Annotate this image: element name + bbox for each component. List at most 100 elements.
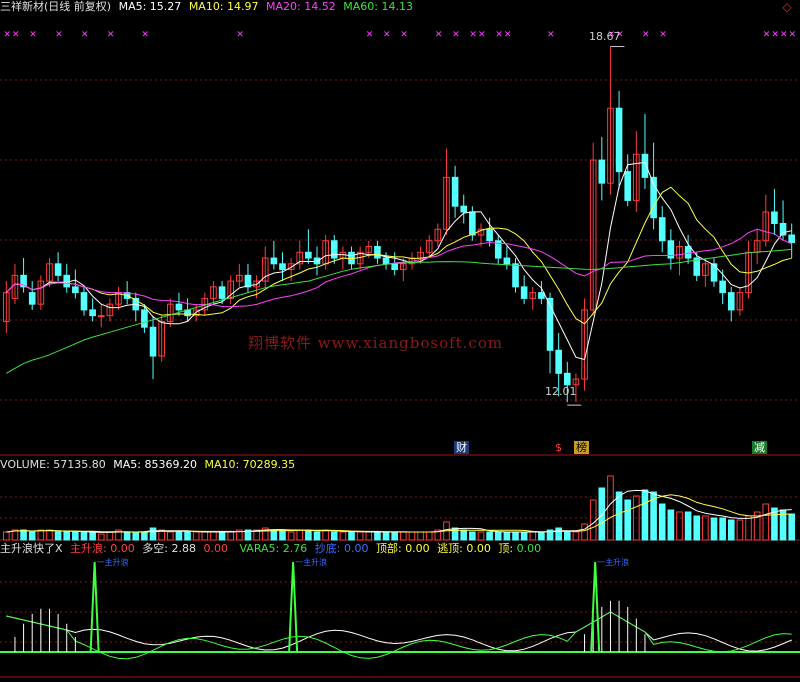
volume-value: VOLUME: 57135.80 — [0, 458, 106, 471]
volume-bar — [201, 531, 209, 541]
stock-chart-window[interactable]: 三祥新材(日线 前复权) MA5: 15.27 MA10: 14.97 MA20… — [0, 0, 800, 682]
candle-body — [218, 286, 226, 299]
marker-icon: ✕ — [478, 30, 486, 40]
candle-body — [97, 315, 105, 318]
marker-icon: ✕ — [55, 30, 63, 40]
candle-body — [279, 263, 286, 271]
candle-body — [512, 263, 519, 288]
volume-bar — [745, 515, 752, 541]
ding-value: 0.00 — [516, 542, 542, 555]
volume-bar — [684, 511, 692, 541]
volume-bar — [408, 531, 416, 541]
marker-icon: ✕ — [400, 30, 408, 40]
marker-icon: ✕ — [29, 30, 37, 40]
candle-body — [563, 372, 571, 386]
volume-bar — [788, 513, 795, 541]
marker-icon: ✕ — [236, 30, 244, 40]
low-price-label: 12.01 — [545, 385, 577, 398]
volume-bar — [20, 529, 27, 541]
candle-body — [382, 257, 390, 265]
volume-ma10: MA10: 70289.35 — [204, 458, 296, 471]
marker-icon: ✕ — [435, 30, 443, 40]
candle-body — [788, 234, 795, 243]
volume-bar — [97, 533, 105, 541]
candle-body — [63, 274, 71, 288]
volume-bar — [563, 531, 571, 541]
candle-body — [469, 211, 476, 236]
candle-body — [374, 246, 381, 259]
candle-body — [330, 240, 338, 259]
volume-header: VOLUME: 57135.80 MA5: 85369.20 MA10: 702… — [0, 458, 299, 472]
ma5-line — [5, 161, 792, 361]
candle-body — [72, 286, 79, 294]
volume-bar — [529, 531, 537, 541]
volume-bar — [391, 531, 398, 541]
volume-bar — [296, 529, 304, 541]
indicator-name: 主升浪快了X — [0, 542, 63, 555]
volume-bar — [89, 531, 96, 541]
candle-body — [175, 303, 183, 311]
marker-icon: ✕ — [504, 30, 512, 40]
candle-body — [89, 309, 96, 317]
dingbu-label: 顶部: — [375, 542, 402, 555]
high-price-label: 18.67 — [589, 30, 621, 43]
volume-bar — [589, 499, 597, 541]
volume-bar — [330, 531, 338, 541]
volume-bar — [520, 531, 528, 541]
candle-body — [538, 292, 545, 299]
volume-bar — [287, 531, 295, 541]
candle-body — [727, 292, 735, 311]
volume-bar — [719, 517, 726, 541]
volume-bar — [149, 527, 157, 541]
marker-icon: ✕ — [789, 30, 797, 40]
volume-bar — [555, 527, 562, 541]
spike-label: 一主升浪 — [597, 557, 629, 567]
volume-bar — [581, 523, 588, 541]
volume-bar — [175, 531, 183, 541]
candle-body — [503, 257, 511, 265]
candle-body — [149, 326, 157, 357]
tag-reduce[interactable]: 减 — [752, 441, 767, 454]
volume-bar — [538, 531, 545, 541]
marker-icon: ✕ — [452, 30, 460, 40]
marker-icon: ✕ — [383, 30, 391, 40]
marker-icon: ✕ — [780, 30, 788, 40]
volume-bar — [141, 531, 148, 541]
volume-bar — [702, 515, 709, 541]
candle-body — [615, 107, 623, 173]
marker-icon: ✕ — [366, 30, 374, 40]
volume-bar — [313, 531, 321, 541]
volume-bar — [218, 531, 226, 541]
volume-bar — [348, 531, 355, 541]
volume-bar — [339, 531, 347, 541]
tag-finance[interactable]: 财 — [454, 441, 469, 454]
candle-body — [641, 153, 649, 178]
candle-body — [658, 217, 666, 242]
taoding-value: 0.00 — [466, 542, 491, 555]
marker-icon: ✕ — [771, 30, 779, 40]
volume-bar — [494, 531, 502, 541]
marker-icon: ✕ — [3, 30, 11, 40]
volume-bar — [762, 503, 770, 541]
volume-bar — [736, 519, 744, 541]
candle-body — [141, 309, 148, 328]
extra-value: 0.00 — [203, 542, 228, 555]
volume-bar — [63, 531, 71, 541]
watermark: 翔博软件 www.xiangbosoft.com — [248, 334, 504, 352]
vara5-label: VARA5: 2.76 — [239, 542, 308, 555]
tag-rank[interactable]: 榜 — [574, 441, 589, 454]
chaodi-value: 0.00 — [343, 542, 369, 555]
candle-body — [486, 228, 493, 242]
ma60-line — [6, 248, 792, 374]
spike-label: 一主升浪 — [97, 557, 129, 567]
candle-body — [28, 292, 36, 305]
volume-bar — [210, 531, 217, 541]
volume-bar — [400, 531, 407, 541]
candle-body — [719, 280, 726, 294]
volume-bar — [192, 531, 200, 541]
candle-body — [451, 176, 459, 207]
volume-bar — [72, 531, 79, 541]
volume-bar — [132, 531, 140, 541]
tag-dollar[interactable]: $ — [555, 441, 562, 454]
marker-icon: ✕ — [495, 30, 503, 40]
